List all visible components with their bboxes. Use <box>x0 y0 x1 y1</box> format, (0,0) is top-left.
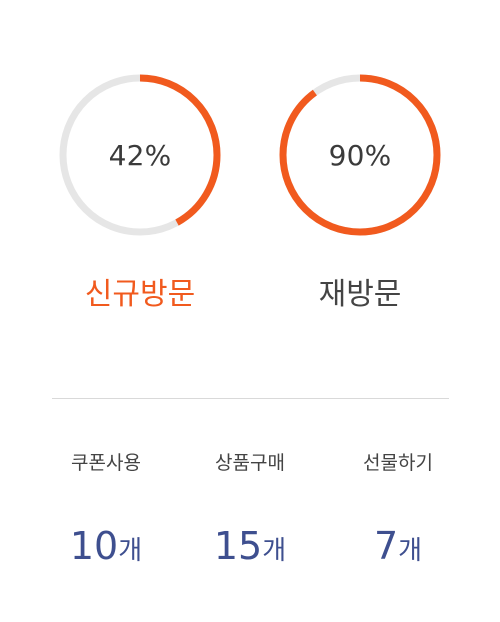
stat-value: 7개 <box>328 524 468 573</box>
visit-gauges: 42% 신규방문 90% 재방문 <box>0 0 500 340</box>
stat-product-purchase: 상품구매 15개 <box>180 452 320 573</box>
new-visit-gauge: 42% <box>55 70 225 240</box>
stat-coupon-use: 쿠폰사용 10개 <box>36 452 176 573</box>
stat-number: 7 <box>373 524 399 568</box>
stat-unit: 개 <box>118 536 143 566</box>
stat-value: 10개 <box>36 524 176 573</box>
return-visit-label: 재방문 <box>318 277 402 312</box>
stat-value: 15개 <box>180 524 320 573</box>
new-visit-percent: 42% <box>108 138 172 172</box>
stat-number: 15 <box>213 524 263 568</box>
stat-label: 쿠폰사용 <box>71 452 141 474</box>
return-visit-percent: 90% <box>328 138 392 172</box>
new-visit-label: 신규방문 <box>84 277 196 312</box>
stat-unit: 개 <box>262 536 287 566</box>
stat-number: 10 <box>69 524 119 568</box>
return-visit-gauge: 90% <box>275 70 445 240</box>
stat-label: 선물하기 <box>363 452 433 474</box>
section-divider <box>52 398 449 399</box>
stat-gift: 선물하기 7개 <box>328 452 468 573</box>
stat-unit: 개 <box>398 536 423 566</box>
stat-label: 상품구매 <box>215 452 285 474</box>
